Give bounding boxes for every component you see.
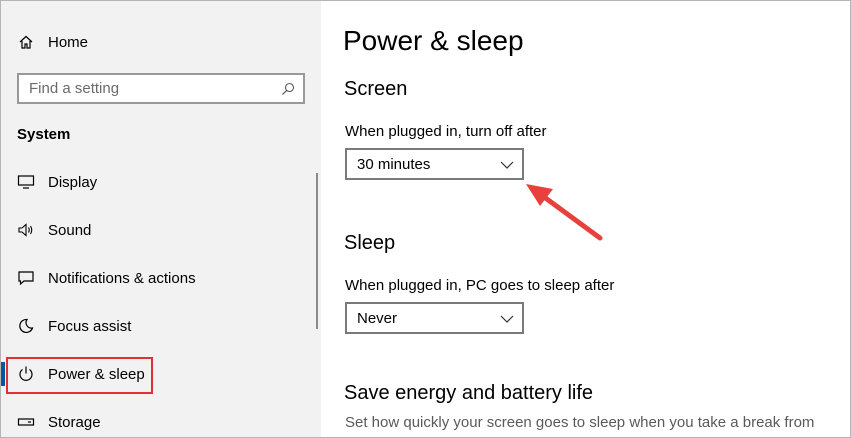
home-label: Home bbox=[48, 33, 89, 51]
sleep-timeout-value: Never bbox=[357, 309, 398, 327]
sidebar-item-focus-assist[interactable]: Focus assist bbox=[0, 306, 321, 346]
sidebar-item-sound[interactable]: Sound bbox=[0, 210, 321, 250]
save-energy-description: Set how quickly your screen goes to slee… bbox=[345, 414, 815, 431]
sound-icon bbox=[17, 221, 35, 239]
chevron-down-icon bbox=[500, 312, 514, 324]
notifications-icon bbox=[17, 269, 35, 287]
sleep-timeout-label: When plugged in, PC goes to sleep after bbox=[345, 277, 615, 294]
page-title: Power & sleep bbox=[343, 25, 524, 56]
sidebar-item-label: Display bbox=[48, 173, 98, 191]
screen-timeout-value: 30 minutes bbox=[357, 155, 431, 173]
sidebar-item-label: Notifications & actions bbox=[48, 269, 196, 287]
section-title-system: System bbox=[17, 126, 71, 143]
main-content: Power & sleep Screen When plugged in, tu… bbox=[321, 0, 851, 438]
search-icon[interactable] bbox=[281, 82, 295, 96]
sidebar-item-storage[interactable]: Storage bbox=[0, 402, 321, 438]
save-energy-heading: Save energy and battery life bbox=[344, 382, 594, 404]
display-icon bbox=[17, 173, 35, 191]
sidebar-item-label: Storage bbox=[48, 413, 101, 431]
settings-sidebar: Home Find a setting System Display Sound… bbox=[0, 0, 321, 438]
sleep-heading: Sleep bbox=[344, 232, 396, 254]
screen-timeout-dropdown[interactable]: 30 minutes bbox=[345, 148, 524, 180]
storage-icon bbox=[17, 413, 35, 431]
search-placeholder: Find a setting bbox=[29, 80, 120, 97]
sidebar-item-display[interactable]: Display bbox=[0, 162, 321, 202]
sidebar-item-label: Focus assist bbox=[48, 317, 132, 335]
screen-timeout-label: When plugged in, turn off after bbox=[345, 123, 547, 140]
sidebar-item-notifications[interactable]: Notifications & actions bbox=[0, 258, 321, 298]
find-setting-search[interactable]: Find a setting bbox=[17, 73, 305, 104]
home-icon bbox=[18, 34, 34, 50]
focus-assist-icon bbox=[17, 317, 35, 335]
screen-heading: Screen bbox=[344, 78, 408, 100]
sleep-timeout-dropdown[interactable]: Never bbox=[345, 302, 524, 334]
home-nav-item[interactable]: Home bbox=[18, 32, 88, 52]
sidebar-scrollbar[interactable] bbox=[316, 173, 318, 329]
sidebar-item-label: Sound bbox=[48, 221, 92, 239]
annotation-highlight-box bbox=[6, 357, 153, 394]
chevron-down-icon bbox=[500, 158, 514, 170]
